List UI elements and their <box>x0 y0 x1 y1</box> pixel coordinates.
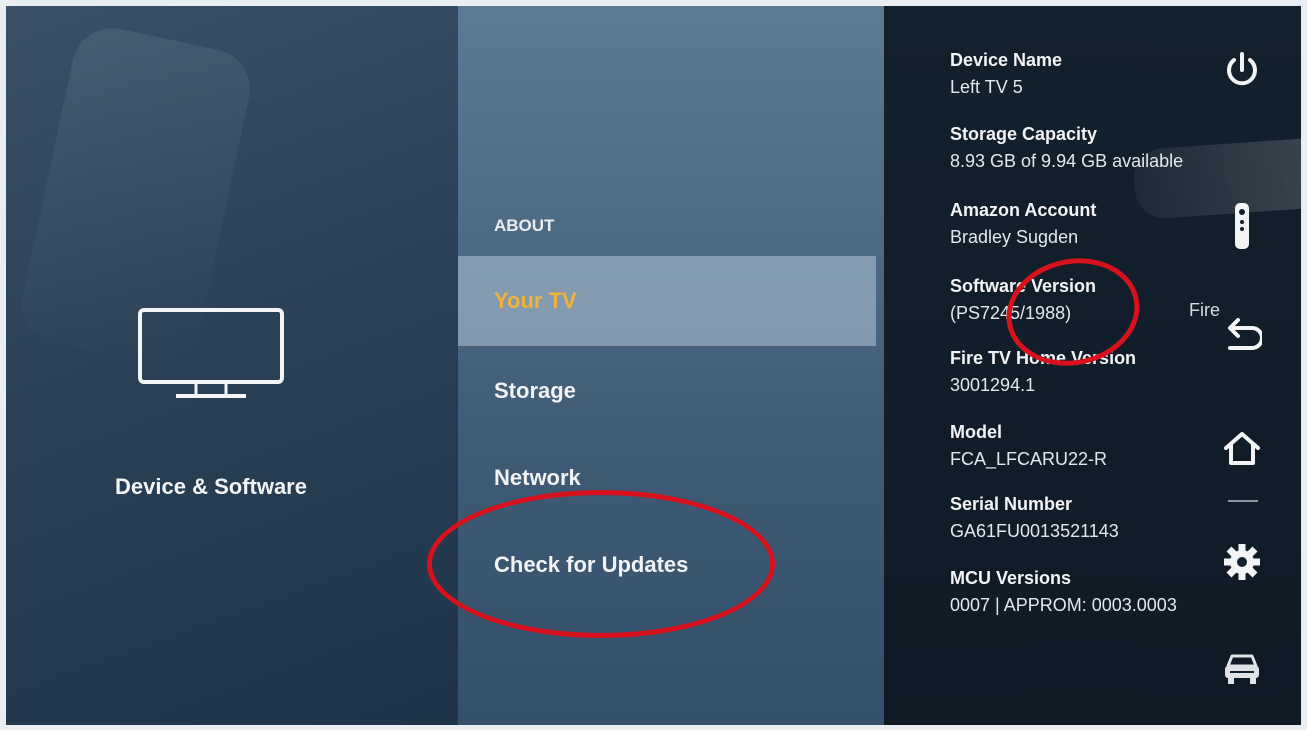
info-label: Storage Capacity <box>950 124 1098 144</box>
software-version-overflow: Fire <box>1189 300 1220 320</box>
info-value: 0007 | APPROM: 0003.0003 <box>950 595 1177 615</box>
menu-item-your-tv[interactable]: Your TV <box>458 256 876 346</box>
power-icon[interactable] <box>1220 50 1264 90</box>
info-value: FCA_LFCARU22-R <box>950 449 1108 469</box>
menu-item-label: Your TV <box>494 288 577 313</box>
info-mcu-versions: MCU Versions 0007 | APPROM: 0003.0003 <box>950 568 1230 616</box>
menu-item-storage[interactable]: Storage <box>458 346 876 436</box>
info-panel: Device Name Left TV 5 Storage Capacity 8… <box>884 6 1301 725</box>
remote-icon[interactable] <box>1220 202 1264 250</box>
category-label: Device & Software <box>115 474 307 499</box>
menu-item-label: Storage <box>494 378 576 403</box>
about-menu: ABOUT Your TV Storage Network Check for … <box>458 6 884 725</box>
category-panel: Device & Software <box>6 6 458 725</box>
info-label: Serial Number <box>950 494 1073 514</box>
menu-item-check-for-updates[interactable]: Check for Updates <box>458 520 876 610</box>
info-amazon-account: Amazon Account Bradley Sugden <box>950 200 1230 248</box>
info-value: Bradley Sugden <box>950 227 1079 247</box>
info-model: Model FCA_LFCARU22-R <box>950 422 1230 470</box>
back-icon[interactable] <box>1220 318 1264 352</box>
car-icon[interactable] <box>1220 650 1264 686</box>
info-value: 3001294.1 <box>950 375 1036 395</box>
info-value: (PS7245/1988) <box>950 303 1072 323</box>
info-serial-number: Serial Number GA61FU0013521143 <box>950 494 1230 542</box>
info-value: GA61FU0013521143 <box>950 521 1119 541</box>
menu-item-label: Network <box>494 465 581 490</box>
menu-item-label: Check for Updates <box>494 552 689 577</box>
info-fire-tv-home-version: Fire TV Home Version 3001294.1 <box>950 348 1230 396</box>
info-value: Left TV 5 <box>950 77 1023 97</box>
home-icon[interactable] <box>1220 430 1264 466</box>
info-value: 8.93 GB of 9.94 GB available <box>950 151 1184 171</box>
info-label: Fire TV Home Version <box>950 348 1137 368</box>
info-label: Model <box>950 422 1002 442</box>
info-label: Software Version <box>950 276 1097 296</box>
info-label: Amazon Account <box>950 200 1097 220</box>
info-software-version: Software Version (PS7245/1988) <box>950 276 1230 324</box>
tv-screen: Device & Software ABOUT Your TV Storage … <box>6 6 1301 725</box>
info-device-name: Device Name Left TV 5 <box>950 50 1230 98</box>
gear-icon[interactable] <box>1220 542 1264 582</box>
menu-item-network[interactable]: Network <box>458 433 876 523</box>
info-label: MCU Versions <box>950 568 1072 588</box>
info-storage-capacity: Storage Capacity 8.93 GB of 9.94 GB avai… <box>950 124 1230 172</box>
info-label: Device Name <box>950 50 1063 70</box>
sidebar-divider <box>1228 500 1258 502</box>
section-title: ABOUT <box>494 216 555 235</box>
tv-icon <box>136 306 286 411</box>
